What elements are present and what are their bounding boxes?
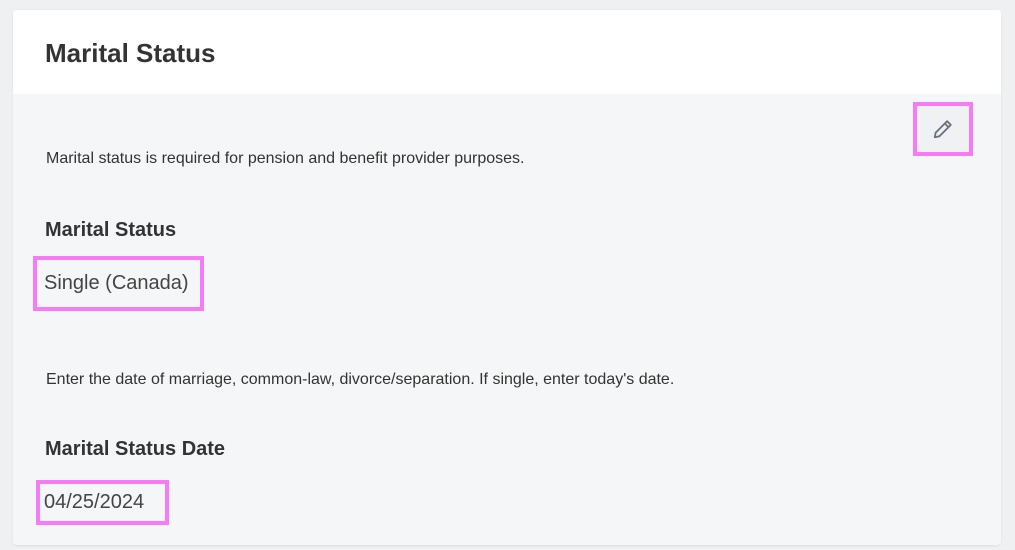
card-header: Marital Status xyxy=(13,10,1001,94)
marital-status-label: Marital Status xyxy=(45,219,177,241)
marital-status-card: Marital Status Marital status is require… xyxy=(13,10,1001,545)
marital-status-date-value: 04/25/2024 xyxy=(36,480,169,525)
marital-status-help-text: Marital status is required for pension a… xyxy=(46,150,525,167)
marital-status-date-label: Marital Status Date xyxy=(45,438,226,460)
card-title: Marital Status xyxy=(45,38,216,68)
edit-button[interactable] xyxy=(913,102,973,156)
card-body: Marital status is required for pension a… xyxy=(13,94,1001,545)
marital-status-date-help-text: Enter the date of marriage, common-law, … xyxy=(46,371,675,388)
pencil-icon xyxy=(932,118,954,140)
marital-status-value: Single (Canada) xyxy=(33,256,204,311)
